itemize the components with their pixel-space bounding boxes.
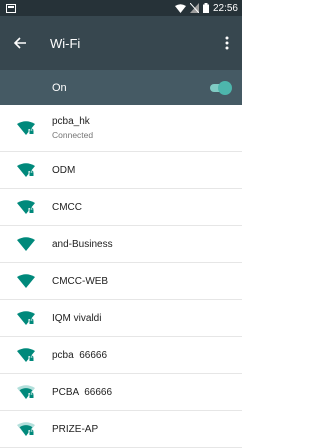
wifi-lock-icon <box>0 311 52 325</box>
wifi-signal-icon <box>174 3 186 13</box>
network-item-iqm-vivaldi[interactable]: IQM vivaldi <box>0 300 242 337</box>
network-item-odm[interactable]: ODM <box>0 152 242 189</box>
app-bar: Wi-Fi <box>0 16 242 70</box>
wifi-icon <box>0 237 52 251</box>
network-item-pcba-66666-upper[interactable]: PCBA 66666 <box>0 374 242 411</box>
wifi-lock-icon <box>0 385 52 399</box>
network-name: PCBA 66666 <box>52 386 113 398</box>
wifi-icon <box>0 274 52 288</box>
page-title: Wi-Fi <box>50 35 81 51</box>
wifi-toggle-row[interactable]: On <box>0 70 242 105</box>
back-arrow-icon[interactable] <box>10 33 30 53</box>
network-item-cmcc[interactable]: CMCC <box>0 189 242 226</box>
wifi-lock-icon <box>0 348 52 362</box>
network-name: IQM vivaldi <box>52 312 102 324</box>
network-item-pcba-66666[interactable]: pcba 66666 <box>0 337 242 374</box>
wifi-lock-icon <box>0 200 52 214</box>
network-item-and-business[interactable]: and-Business <box>0 226 242 263</box>
wifi-toggle-switch[interactable] <box>208 80 232 95</box>
network-name: pcba_hk <box>52 116 90 127</box>
notification-icon <box>6 3 16 13</box>
wifi-lock-icon <box>0 163 52 177</box>
network-name: pcba 66666 <box>52 349 108 361</box>
switch-thumb <box>218 80 232 95</box>
network-item-cmcc-web[interactable]: CMCC-WEB <box>0 263 242 300</box>
network-status: Connected <box>52 130 94 140</box>
status-time: 22:56 <box>212 2 238 14</box>
network-name: CMCC-WEB <box>52 275 109 287</box>
no-sim-icon <box>189 3 199 13</box>
wifi-lock-icon <box>0 422 52 436</box>
battery-icon <box>202 3 209 13</box>
wifi-lock-icon <box>0 121 52 135</box>
network-item-pcba-hk[interactable]: pcba_hk Connected <box>0 105 242 152</box>
wifi-toggle-label: On <box>52 81 67 94</box>
network-name: PRIZE-AP <box>52 423 99 435</box>
network-name: ODM <box>52 164 76 176</box>
more-vert-icon[interactable] <box>220 33 234 53</box>
network-name: and-Business <box>52 238 113 250</box>
network-list: pcba_hk Connected ODM CMCC and-Business … <box>0 105 242 448</box>
status-bar: 22:56 <box>0 0 242 16</box>
network-name: CMCC <box>52 201 82 213</box>
network-item-prize-ap[interactable]: PRIZE-AP <box>0 411 242 448</box>
